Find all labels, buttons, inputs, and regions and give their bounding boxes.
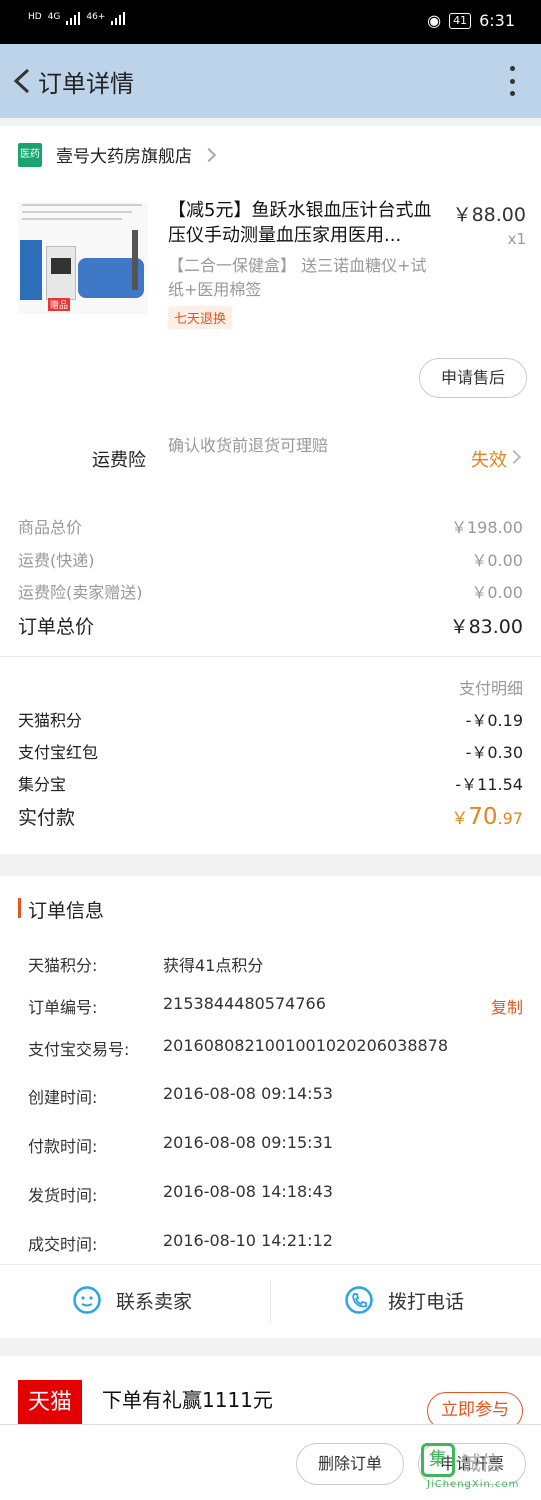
shipping-value: ￥0.00 <box>471 551 523 570</box>
more-menu-icon[interactable] <box>507 66 517 96</box>
goods-total-value: ￥198.00 <box>451 518 523 537</box>
payment-detail-label: 支付明细 <box>458 679 523 698</box>
call-phone-button[interactable]: 拨打电话 <box>344 1285 464 1315</box>
product-qty: x1 <box>507 230 526 248</box>
payment-label: 集分宝 <box>18 775 67 794</box>
payment-amount: -￥0.19 <box>465 711 523 730</box>
section-accent-bar <box>18 898 21 918</box>
network-label-2: 46+ <box>86 12 106 22</box>
info-value: 2016-08-08 09:15:31 <box>163 1133 333 1152</box>
shop-name: 壹号大药房旗舰店 <box>56 147 192 167</box>
call-phone-label: 拨打电话 <box>388 1290 465 1313</box>
product-subtitle: 【二合一保健盒】 送三诺血糖仪+试纸+医用棉签 <box>168 256 427 299</box>
tmall-logo-icon: 天猫 <box>18 1380 82 1426</box>
payment-amount: -￥11.54 <box>455 775 523 794</box>
shipping-insurance-label: 运费险 <box>92 450 146 471</box>
signal-icon <box>66 9 81 25</box>
shipping-insurance-status[interactable]: 失效 <box>471 446 507 472</box>
info-value: 获得41点积分 <box>163 956 264 975</box>
status-left: HD 4G 46+ <box>28 9 126 25</box>
promo-card[interactable]: 天猫 下单有礼赢1111元 立即参与 <box>0 1356 541 1430</box>
order-info-title: 订单信息 <box>28 900 105 922</box>
contact-bar: 联系卖家 拨打电话 <box>0 1264 541 1338</box>
phone-icon <box>345 1286 373 1314</box>
info-value: 2016-08-10 14:21:12 <box>163 1231 333 1250</box>
order-info-card: 订单信息 天猫积分: 获得41点积分 订单编号: 215384448057476… <box>0 876 541 1338</box>
payment-label: 天猫积分 <box>18 711 83 730</box>
info-key: 天猫积分: <box>28 956 98 975</box>
watermark-text: 诚信 <box>461 1451 501 1475</box>
shop-logo-icon: 医药 <box>18 142 42 167</box>
chat-icon <box>73 1286 101 1314</box>
info-key: 成交时间: <box>28 1235 98 1254</box>
clock: 6:31 <box>479 11 515 30</box>
actual-payment-int: 70 <box>468 804 498 830</box>
actual-payment-currency: ￥ <box>451 809 469 829</box>
hd-label: HD <box>28 12 42 22</box>
network-label: 4G <box>47 12 61 22</box>
goods-total-row: 商品总价 ￥198.00 <box>18 514 523 538</box>
contact-seller-label: 联系卖家 <box>116 1290 193 1313</box>
info-value: 2016-08-08 09:14:53 <box>163 1084 333 1103</box>
status-right: ◉ 41 6:31 <box>427 11 515 30</box>
product-title[interactable]: 【减5元】鱼跃水银血压计台式血压仪手动测量血压家用医用... <box>168 198 440 248</box>
order-total-label: 订单总价 <box>18 616 95 638</box>
insurance-label: 运费险(卖家赠送) <box>18 583 143 602</box>
shipping-row: 运费(快递) ￥0.00 <box>18 547 523 571</box>
goods-total-label: 商品总价 <box>18 518 83 537</box>
copy-order-number-button[interactable]: 复制 <box>491 994 523 1018</box>
actual-payment-label: 实付款 <box>18 807 76 829</box>
watermark-logo-icon: 集 <box>421 1443 455 1477</box>
payment-row: 支付宝红包 -￥0.30 <box>18 739 523 763</box>
info-value: 2016080821001001020206038878 <box>163 1036 449 1055</box>
battery-icon: 41 <box>449 12 472 29</box>
contact-seller-button[interactable]: 联系卖家 <box>72 1285 192 1315</box>
shipping-label: 运费(快递) <box>18 551 95 570</box>
signal-icon-2 <box>111 9 126 25</box>
insurance-row: 运费险(卖家赠送) ￥0.00 <box>18 579 523 603</box>
actual-payment-row: 实付款 ￥70.97 <box>18 803 523 830</box>
payment-details-card: 支付明细 天猫积分 -￥0.19 支付宝红包 -￥0.30 集分宝 -￥11.5… <box>0 656 541 854</box>
info-key: 发货时间: <box>28 1186 98 1205</box>
actual-payment-dec: .97 <box>497 809 523 828</box>
nav-bar: 订单详情 <box>0 44 541 118</box>
info-key: 订单编号: <box>28 998 98 1017</box>
return-policy-tag: 七天退换 <box>168 306 233 329</box>
insurance-value: ￥0.00 <box>471 583 523 602</box>
info-key: 付款时间: <box>28 1137 98 1156</box>
back-arrow-icon[interactable] <box>10 66 40 96</box>
shipping-insurance-desc: 确认收货前退货可理赔 <box>168 436 329 455</box>
actual-payment-value: ￥70.97 <box>451 804 523 830</box>
payment-row: 天猫积分 -￥0.19 <box>18 707 523 731</box>
order-total-value: ￥83.00 <box>449 616 523 638</box>
info-value: 2016-08-08 14:18:43 <box>163 1182 333 1201</box>
shop-link[interactable]: 医药 壹号大药房旗舰店 <box>18 142 217 167</box>
product-price: ￥88.00 <box>452 204 526 226</box>
info-key: 创建时间: <box>28 1088 98 1107</box>
order-total-row: 订单总价 ￥83.00 <box>18 612 523 639</box>
info-value: 2153844480574766 <box>163 994 326 1013</box>
payment-row: 集分宝 -￥11.54 <box>18 771 523 795</box>
chevron-right-icon <box>201 147 217 162</box>
watermark-url: JiChengXin.com <box>427 1479 520 1490</box>
page-title: 订单详情 <box>38 70 134 98</box>
bottom-action-bar: 删除订单 申请开票 集 诚信 JiChengXin.com <box>0 1424 541 1500</box>
divider <box>270 1281 271 1323</box>
eye-icon: ◉ <box>427 11 442 30</box>
after-sale-button[interactable]: 申请售后 <box>419 358 527 398</box>
promo-text: 下单有礼赢1111元 <box>102 1388 273 1412</box>
status-bar: HD 4G 46+ ◉ 41 6:31 <box>0 0 541 44</box>
delete-order-button[interactable]: 删除订单 <box>296 1443 404 1485</box>
info-key: 支付宝交易号: <box>28 1040 130 1059</box>
product-thumbnail[interactable]: 赠品 <box>18 202 148 314</box>
payment-label: 支付宝红包 <box>18 743 99 762</box>
gift-badge: 赠品 <box>48 298 71 311</box>
watermark: 集 诚信 JiChengXin.com <box>417 1441 527 1491</box>
payment-amount: -￥0.30 <box>465 743 523 762</box>
